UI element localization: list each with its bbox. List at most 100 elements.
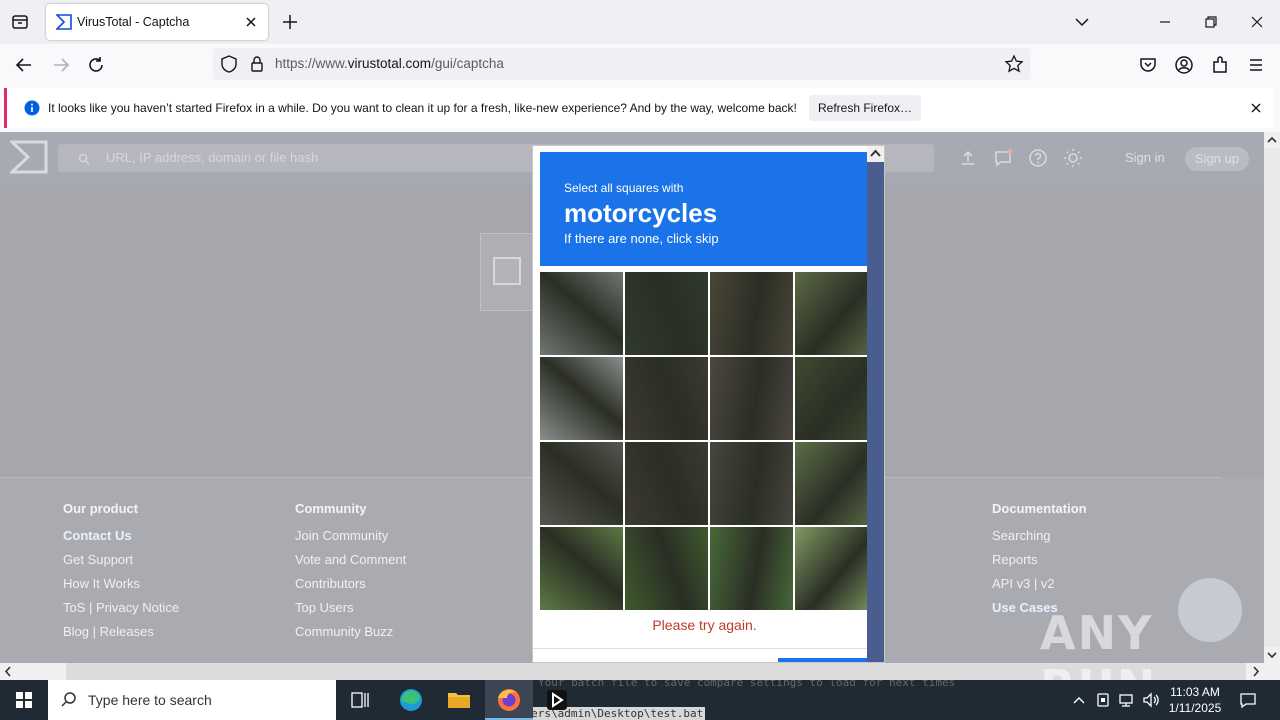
footer-link[interactable]: How It Works (63, 576, 179, 600)
device-icon[interactable] (1093, 690, 1113, 710)
captcha-tile-image (540, 357, 623, 440)
footer-column-community: Community Join Community Vote and Commen… (295, 501, 406, 648)
network-icon[interactable] (1117, 690, 1137, 710)
footer-link[interactable]: Top Users (295, 600, 406, 624)
footer-link[interactable]: Vote and Comment (295, 552, 406, 576)
url-text[interactable]: https://www.virustotal.com/gui/captcha (275, 56, 504, 71)
upload-icon[interactable] (958, 148, 978, 168)
captcha-tile[interactable] (710, 272, 793, 355)
reload-icon[interactable] (85, 54, 107, 76)
extensions-icon[interactable] (1209, 54, 1231, 76)
scroll-up-arrow-icon[interactable] (867, 146, 884, 162)
tracking-shield-icon[interactable] (219, 54, 239, 79)
footer-link[interactable]: Blog | Releases (63, 624, 179, 648)
captcha-tile[interactable] (625, 442, 708, 525)
captcha-tile-image (710, 357, 793, 440)
captcha-tile[interactable] (625, 272, 708, 355)
action-center-icon[interactable] (1238, 690, 1258, 710)
task-view-icon[interactable] (336, 680, 384, 720)
virustotal-logo-icon[interactable] (8, 140, 48, 174)
captcha-tile[interactable] (540, 527, 623, 610)
bookmark-star-icon[interactable] (1004, 54, 1024, 79)
captcha-tile[interactable] (540, 357, 623, 440)
captcha-tile-image (795, 527, 878, 610)
list-all-tabs-icon[interactable] (1070, 10, 1094, 34)
sign-up-button[interactable]: Sign up (1185, 147, 1249, 171)
virustotal-favicon-icon (55, 14, 72, 30)
volume-icon[interactable] (1141, 690, 1161, 710)
firefox-icon[interactable] (485, 680, 533, 720)
footer-link[interactable]: Get Support (63, 552, 179, 576)
captcha-tile[interactable] (710, 527, 793, 610)
captcha-tile-image (540, 527, 623, 610)
menu-icon[interactable] (1245, 54, 1267, 76)
help-icon[interactable] (1028, 148, 1048, 168)
new-tab-icon[interactable] (280, 12, 300, 32)
tab-list-icon[interactable] (8, 10, 32, 34)
captcha-tile[interactable] (540, 272, 623, 355)
captcha-instruction-sub: If there are none, click skip (564, 231, 719, 246)
captcha-tile[interactable] (625, 527, 708, 610)
taskbar-search-box[interactable]: Type here to search (48, 680, 336, 720)
refresh-firefox-notification: It looks like you haven’t started Firefo… (4, 88, 1274, 128)
captcha-error-message: Please try again. (652, 617, 757, 633)
close-notification-icon[interactable] (1248, 100, 1264, 116)
windows-start-icon[interactable] (0, 680, 48, 720)
captcha-instruction-small: Select all squares with (564, 181, 684, 195)
captcha-tile-image (710, 272, 793, 355)
theme-sun-icon[interactable] (1063, 148, 1083, 168)
info-icon (24, 100, 40, 116)
captcha-tile[interactable] (625, 357, 708, 440)
footer-link[interactable]: ToS | Privacy Notice (63, 600, 179, 624)
lock-icon[interactable] (247, 54, 267, 79)
account-icon[interactable] (1173, 54, 1195, 76)
captcha-instructions: Select all squares with motorcycles If t… (540, 152, 869, 266)
captcha-tile[interactable] (710, 357, 793, 440)
captcha-tile-image (540, 272, 623, 355)
refresh-firefox-button[interactable]: Refresh Firefox… (809, 95, 921, 121)
footer-link[interactable]: Searching (992, 528, 1087, 552)
restore-icon[interactable] (1199, 10, 1223, 34)
captcha-tile[interactable] (795, 272, 878, 355)
captcha-tile[interactable] (795, 527, 878, 610)
edge-icon[interactable] (387, 680, 435, 720)
search-placeholder: URL, IP address, domain or file hash (106, 150, 319, 165)
captcha-image-grid (540, 272, 878, 610)
recaptcha-checkbox[interactable] (493, 257, 521, 285)
address-bar[interactable]: https://www.virustotal.com/gui/captcha (213, 48, 1030, 80)
captcha-tile-image (795, 357, 878, 440)
show-hidden-icons-icon[interactable] (1069, 690, 1089, 710)
tab-virustotal[interactable]: VirusTotal - Captcha (46, 4, 268, 40)
footer-link[interactable]: Contributors (295, 576, 406, 600)
pocket-icon[interactable] (1137, 54, 1159, 76)
footer-link[interactable]: API v3 | v2 (992, 576, 1087, 600)
page-vertical-scrollbar[interactable] (1264, 132, 1280, 663)
footer-link[interactable]: Reports (992, 552, 1087, 576)
captcha-tile[interactable] (710, 442, 793, 525)
close-window-icon[interactable] (1245, 10, 1269, 34)
vertical-scroll-thumb[interactable] (1264, 148, 1280, 647)
anyrun-app-icon[interactable] (533, 680, 581, 720)
minimize-icon[interactable] (1153, 10, 1177, 34)
captcha-tile[interactable] (540, 442, 623, 525)
taskbar-clock[interactable]: 11:03 AM 1/11/2025 (1160, 684, 1230, 716)
footer-link[interactable]: Contact Us (63, 528, 179, 552)
back-icon[interactable] (13, 54, 35, 76)
footer-link[interactable]: Community Buzz (295, 624, 406, 648)
captcha-tile-image (625, 527, 708, 610)
footer-heading: Our product (63, 501, 139, 516)
tab-title: VirusTotal - Captcha (77, 15, 190, 29)
captcha-scrollbar[interactable] (867, 146, 884, 662)
sign-in-link[interactable]: Sign in (1125, 150, 1165, 165)
forward-icon[interactable] (50, 54, 72, 76)
recaptcha-widget (480, 233, 534, 311)
captcha-tile[interactable] (795, 357, 878, 440)
captcha-tile-image (710, 527, 793, 610)
captcha-tile[interactable] (795, 442, 878, 525)
footer-link[interactable]: Join Community (295, 528, 406, 552)
captcha-tile-image (795, 272, 878, 355)
close-tab-icon[interactable] (242, 13, 260, 31)
tab-strip: VirusTotal - Captcha (0, 0, 1280, 44)
notifications-icon[interactable] (993, 148, 1013, 168)
file-explorer-icon[interactable] (435, 680, 483, 720)
